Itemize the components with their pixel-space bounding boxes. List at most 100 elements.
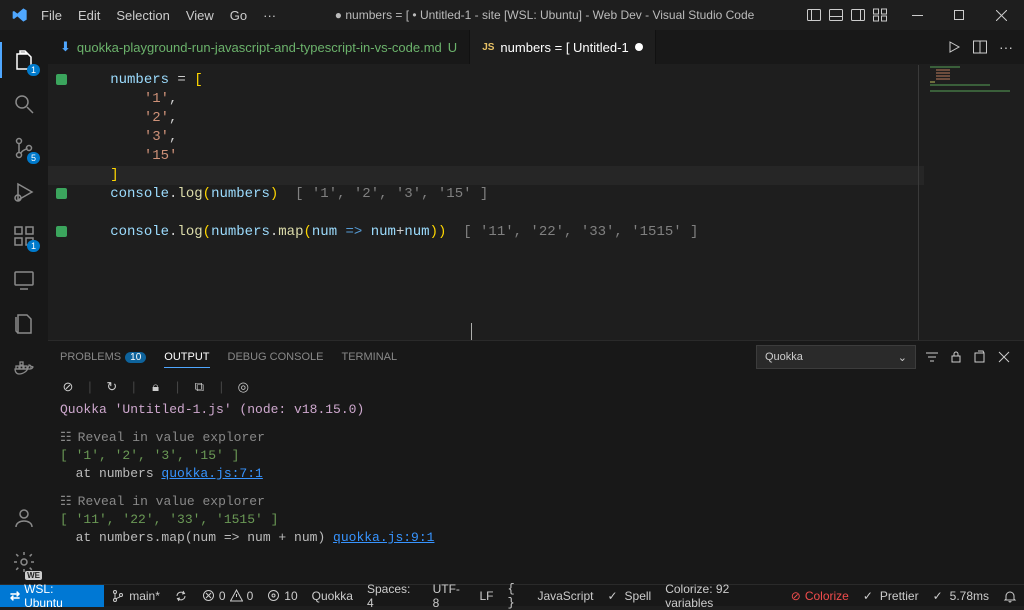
explorer-icon[interactable]: 1 xyxy=(0,38,48,82)
quokka-link-1[interactable]: quokka.js:7:1 xyxy=(161,466,262,481)
editor-tabs: ⬇ quokka-playground-run-javascript-and-t… xyxy=(48,30,1024,65)
split-editor-icon[interactable] xyxy=(972,39,988,55)
lock-scroll-icon[interactable]: 🔒︎ xyxy=(148,379,164,395)
toggle-primary-sidebar-icon[interactable] xyxy=(806,7,822,23)
panel-tab-problems[interactable]: PROBLEMS10 xyxy=(60,347,146,367)
status-ports[interactable]: 10 xyxy=(260,585,304,607)
clear-icon[interactable] xyxy=(972,349,988,365)
tab-js[interactable]: JS numbers = [ Untitled-1 xyxy=(470,30,656,64)
activity-bar: 1 5 1 WE xyxy=(0,30,48,584)
code-line[interactable]: ] xyxy=(48,166,1024,185)
status-errors[interactable]: 0 0 xyxy=(195,585,260,607)
menu-view[interactable]: View xyxy=(179,4,221,27)
code-line[interactable]: '15' xyxy=(48,147,1024,166)
status-language[interactable]: { } JavaScript xyxy=(500,585,600,607)
output-toolbar: ⊘| ↻| 🔒︎| ⧉| ◎ xyxy=(48,373,1024,401)
maximize-button[interactable] xyxy=(942,0,976,30)
menu-selection[interactable]: Selection xyxy=(109,4,176,27)
more-icon[interactable]: ··· xyxy=(998,39,1014,55)
run-debug-icon[interactable] xyxy=(0,170,48,214)
copy-icon[interactable]: ⧉ xyxy=(191,379,207,395)
panel-tab-output[interactable]: OUTPUT xyxy=(164,347,209,368)
quokka-marker-icon xyxy=(56,169,67,180)
code-line[interactable] xyxy=(48,204,1024,223)
remote-explorer-icon[interactable] xyxy=(0,258,48,302)
code-line[interactable]: numbers = [ xyxy=(48,71,1024,90)
status-prettier[interactable]: Prettier xyxy=(856,585,926,607)
extensions-badge: 1 xyxy=(27,240,40,252)
status-eol[interactable]: LF xyxy=(472,585,500,607)
settings-icon[interactable]: WE xyxy=(0,540,48,584)
problems-badge: 10 xyxy=(125,352,146,363)
panel-tabs: PROBLEMS10 OUTPUT DEBUG CONSOLE TERMINAL… xyxy=(48,341,1024,373)
search-icon[interactable] xyxy=(0,82,48,126)
toggle-secondary-sidebar-icon[interactable] xyxy=(850,7,866,23)
close-panel-icon[interactable] xyxy=(996,349,1012,365)
quokka-marker-icon xyxy=(56,131,67,142)
minimap[interactable] xyxy=(924,65,1024,340)
account-icon[interactable] xyxy=(0,496,48,540)
close-button[interactable] xyxy=(984,0,1018,30)
menu-bar: File Edit Selection View Go ··· xyxy=(34,4,283,27)
code-text: ] xyxy=(85,166,119,185)
explorer-badge: 1 xyxy=(27,64,40,76)
we-badge: WE xyxy=(25,571,42,580)
status-time[interactable]: 5.78ms xyxy=(926,585,996,607)
output-channel-select[interactable]: Quokka ⌄ xyxy=(756,345,916,369)
target-icon[interactable]: ◎ xyxy=(235,379,251,395)
code-text: '1', xyxy=(85,90,177,109)
quokka-marker-icon xyxy=(56,150,67,161)
status-spell[interactable]: Spell xyxy=(600,585,658,607)
quokka-marker-icon xyxy=(56,93,67,104)
code-line[interactable]: console.log(numbers) [ '1', '2', '3', '1… xyxy=(48,185,1024,204)
menu-go[interactable]: Go xyxy=(223,4,254,27)
status-colorize-off[interactable]: ⊘ Colorize xyxy=(784,585,856,607)
quokka-marker-icon xyxy=(56,207,67,218)
chevron-down-icon: ⌄ xyxy=(898,351,907,364)
status-sync[interactable] xyxy=(167,585,195,607)
status-bell[interactable] xyxy=(996,585,1024,607)
status-quokka[interactable]: Quokka xyxy=(305,585,360,607)
quokka-header: Quokka 'Untitled-1.js' (node: v18.15.0) xyxy=(60,401,1012,419)
reveal-link-2[interactable]: ☷ Reveal in value explorer xyxy=(60,493,1012,511)
menu-edit[interactable]: Edit xyxy=(71,4,107,27)
menu-file[interactable]: File xyxy=(34,4,69,27)
toggle-panel-icon[interactable] xyxy=(828,7,844,23)
filter-icon[interactable] xyxy=(924,349,940,365)
status-encoding[interactable]: UTF-8 xyxy=(426,585,473,607)
minimize-button[interactable] xyxy=(900,0,934,30)
run-icon[interactable] xyxy=(946,39,962,55)
status-bar: ⇄ WSL: Ubuntu main* 0 0 10 Quokka Spaces… xyxy=(0,584,1024,606)
remote-icon: ⇄ xyxy=(10,589,20,603)
source-control-icon[interactable]: 5 xyxy=(0,126,48,170)
tree-icon: ☷ xyxy=(60,429,72,447)
code-text: console.log(numbers.map(num => num+num))… xyxy=(85,223,698,242)
panel-tab-terminal[interactable]: TERMINAL xyxy=(341,347,397,367)
code-line[interactable]: '2', xyxy=(48,109,1024,128)
bottom-panel: PROBLEMS10 OUTPUT DEBUG CONSOLE TERMINAL… xyxy=(48,340,1024,584)
output-array-2: [ '11', '22', '33', '1515' ] xyxy=(60,511,1012,529)
menu-more[interactable]: ··· xyxy=(256,4,283,27)
clear-output-icon[interactable]: ⊘ xyxy=(60,379,76,395)
quokka-link-2[interactable]: quokka.js:9:1 xyxy=(333,530,434,545)
tab-markdown[interactable]: ⬇ quokka-playground-run-javascript-and-t… xyxy=(48,30,470,64)
reveal-link-1[interactable]: ☷ Reveal in value explorer xyxy=(60,429,1012,447)
code-editor[interactable]: numbers = [ '1', '2', '3', '15' ] consol… xyxy=(48,65,1024,340)
output-body[interactable]: Quokka 'Untitled-1.js' (node: v18.15.0) … xyxy=(48,401,1024,584)
code-line[interactable]: console.log(numbers.map(num => num+num))… xyxy=(48,223,1024,242)
status-colorize[interactable]: Colorize: 92 variables xyxy=(658,585,784,607)
docker-icon[interactable] xyxy=(0,346,48,390)
extensions-icon[interactable]: 1 xyxy=(0,214,48,258)
status-remote[interactable]: ⇄ WSL: Ubuntu xyxy=(0,585,104,607)
status-spaces[interactable]: Spaces: 4 xyxy=(360,585,426,607)
status-branch[interactable]: main* xyxy=(104,585,167,607)
panel-tab-debug-console[interactable]: DEBUG CONSOLE xyxy=(228,347,324,367)
lock-icon[interactable] xyxy=(948,349,964,365)
file-icon[interactable] xyxy=(0,302,48,346)
customize-layout-icon[interactable] xyxy=(872,7,888,23)
scm-badge: 5 xyxy=(27,152,40,164)
window-controls xyxy=(900,0,1018,30)
code-line[interactable]: '3', xyxy=(48,128,1024,147)
refresh-icon[interactable]: ↻ xyxy=(104,379,120,395)
code-line[interactable]: '1', xyxy=(48,90,1024,109)
